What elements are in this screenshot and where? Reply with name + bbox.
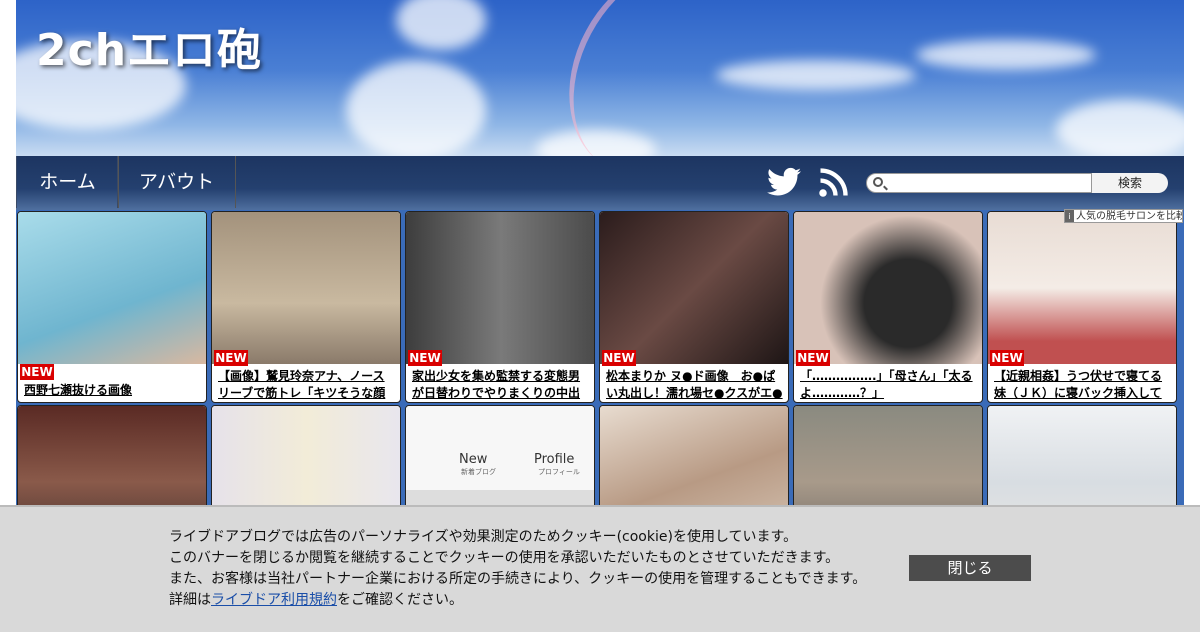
post-card[interactable]: NEW 【画像】鷲見玲奈アナ、ノースリーブで筋トレ「キツそうな顔 bbox=[211, 211, 401, 403]
thumb-text-new-sub: 新着ブログ bbox=[461, 468, 496, 476]
new-badge: NEW bbox=[20, 364, 54, 380]
new-badge: NEW bbox=[408, 350, 442, 366]
post-thumbnail[interactable] bbox=[212, 212, 400, 364]
new-badge: NEW bbox=[990, 350, 1024, 366]
nav-bar: ホーム アバウト 検索 bbox=[16, 156, 1184, 210]
ad-label-text[interactable]: 人気の脱毛サロンを比較 bbox=[1076, 211, 1182, 222]
rss-icon[interactable] bbox=[818, 168, 848, 198]
post-title-link[interactable]: 【画像】鷲見玲奈アナ、ノースリーブで筋トレ「キツそうな顔 bbox=[218, 368, 396, 402]
search-icon bbox=[873, 177, 883, 187]
cookie-line-4: 詳細はライブドア利用規約をご確認ください。 bbox=[169, 590, 866, 611]
post-card[interactable]: NEW 西野七瀬抜ける画像 bbox=[17, 211, 207, 403]
thumb-text-new: New bbox=[459, 452, 488, 467]
twitter-icon[interactable] bbox=[767, 167, 801, 197]
ad-label[interactable]: i 人気の脱毛サロンを比較 bbox=[1064, 209, 1183, 223]
post-card[interactable]: NEW 【近親相姦】うつ伏せで寝てる妹（ＪＫ）に寝バック挿入して bbox=[987, 211, 1177, 403]
nav-item-about[interactable]: アバウト bbox=[117, 156, 236, 208]
new-badge: NEW bbox=[602, 350, 636, 366]
cookie-line-3: また、お客様は当社パートナー企業における所定の手続きにより、クッキーの使用を管理… bbox=[169, 571, 867, 587]
post-thumbnail[interactable] bbox=[600, 212, 788, 364]
cookie-line-4-prefix: 詳細は bbox=[169, 592, 211, 608]
ad-info-icon[interactable]: i bbox=[1065, 210, 1074, 222]
cookie-line-4-suffix: をご確認ください。 bbox=[337, 592, 463, 608]
post-title-link[interactable]: 家出少女を集め監禁する変態男が日替わりでやりまくりの中出 bbox=[412, 368, 590, 402]
search-button[interactable]: 検索 bbox=[1091, 173, 1168, 193]
post-thumbnail[interactable] bbox=[988, 212, 1176, 364]
cookie-close-button[interactable]: 閉じる bbox=[909, 555, 1031, 581]
nav-item-home[interactable]: ホーム bbox=[16, 156, 119, 208]
post-title-link[interactable]: 「…………….」「母さん」「太るよ…………？」 bbox=[800, 368, 978, 402]
cookie-banner: ライブドアブログでは広告のパーソナライズや効果測定のためクッキー(cookie)… bbox=[0, 505, 1200, 632]
header-banner: 2chエロ砲 bbox=[16, 0, 1184, 156]
thumb-text-profile-sub: プロフィール bbox=[538, 468, 580, 476]
post-title-link[interactable]: 松本まりか ヌ●ド画像 お●ぱい丸出し！濡れ場セ●クスがエ●す bbox=[606, 368, 784, 402]
thumb-text-profile: Profile bbox=[534, 452, 575, 467]
post-thumbnail[interactable] bbox=[794, 212, 982, 364]
cookie-line-1: ライブドアブログでは広告のパーソナライズや効果測定のためクッキー(cookie)… bbox=[169, 529, 798, 545]
search-box: 検索 bbox=[866, 173, 1168, 193]
new-badge: NEW bbox=[796, 350, 830, 366]
site-title[interactable]: 2chエロ砲 bbox=[36, 14, 262, 78]
post-title-link[interactable]: 【近親相姦】うつ伏せで寝てる妹（ＪＫ）に寝バック挿入して bbox=[994, 368, 1172, 402]
post-title-link[interactable]: 西野七瀬抜ける画像 bbox=[24, 382, 202, 399]
new-badge: NEW bbox=[214, 350, 248, 366]
post-thumbnail[interactable] bbox=[18, 212, 206, 364]
post-card[interactable]: NEW 松本まりか ヌ●ド画像 お●ぱい丸出し！濡れ場セ●クスがエ●す bbox=[599, 211, 789, 403]
terms-link[interactable]: ライブドア利用規約 bbox=[211, 592, 337, 608]
post-thumbnail[interactable] bbox=[406, 212, 594, 364]
post-card[interactable]: NEW 家出少女を集め監禁する変態男が日替わりでやりまくりの中出 bbox=[405, 211, 595, 403]
cookie-text: ライブドアブログでは広告のパーソナライズや効果測定のためクッキー(cookie)… bbox=[169, 527, 866, 611]
post-card[interactable]: NEW 「…………….」「母さん」「太るよ…………？」 bbox=[793, 211, 983, 403]
cookie-line-2: このバナーを閉じるか閲覧を継続することでクッキーの使用を承認いただいたものとさせ… bbox=[169, 550, 840, 566]
search-input[interactable] bbox=[889, 175, 1093, 192]
